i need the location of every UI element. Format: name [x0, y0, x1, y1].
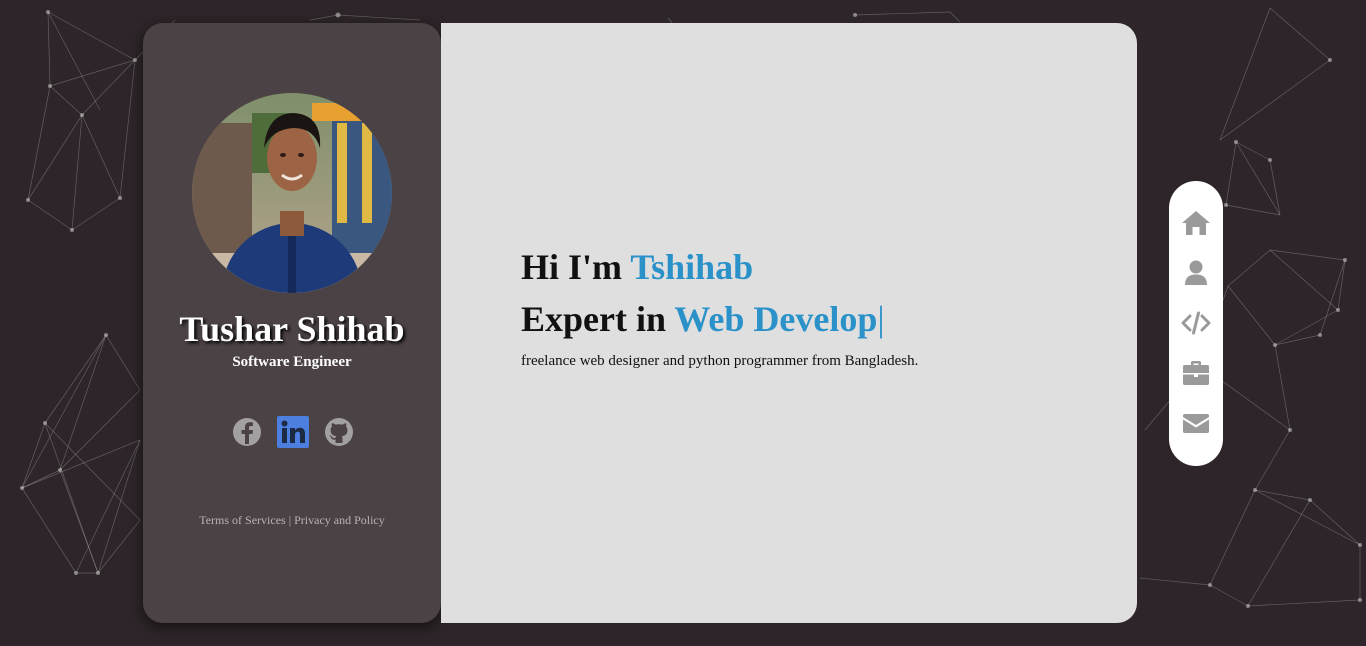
footer-separator: |	[288, 513, 292, 527]
hero-greeting: Hi I'm Tshihab	[521, 241, 1101, 293]
side-navigation	[1169, 181, 1223, 466]
linkedin-icon[interactable]	[277, 416, 309, 448]
hero-expertise: Expert in Web Develop|	[521, 293, 1101, 345]
hero-section: Hi I'm Tshihab Expert in Web Develop| fr…	[521, 241, 1101, 370]
greeting-prefix: Hi I'm	[521, 247, 623, 287]
code-icon[interactable]	[1180, 307, 1212, 339]
github-icon[interactable]	[323, 416, 355, 448]
terms-link[interactable]: Terms of Services	[199, 513, 285, 527]
facebook-icon[interactable]	[231, 416, 263, 448]
profile-card: Tushar Shihab Software Engineer Terms of…	[143, 23, 441, 623]
social-links	[231, 416, 355, 448]
footer-links: Terms of Services | Privacy and Policy	[143, 513, 441, 528]
envelope-icon[interactable]	[1180, 407, 1212, 439]
typed-text: Web Develop	[674, 299, 878, 339]
profile-name: Tushar Shihab	[179, 309, 405, 349]
profile-role: Software Engineer	[232, 354, 352, 370]
home-icon[interactable]	[1180, 207, 1212, 239]
main-content-card: Hi I'm Tshihab Expert in Web Develop| fr…	[441, 23, 1137, 623]
expert-prefix: Expert in	[521, 299, 667, 339]
network-lines-top	[309, 11, 961, 24]
greeting-name: Tshihab	[630, 247, 754, 287]
user-icon[interactable]	[1180, 257, 1212, 289]
privacy-link[interactable]: Privacy and Policy	[294, 513, 385, 527]
avatar	[192, 93, 392, 293]
briefcase-icon[interactable]	[1180, 357, 1212, 389]
typing-cursor: |	[877, 299, 885, 339]
hero-description: freelance web designer and python progra…	[521, 353, 919, 369]
